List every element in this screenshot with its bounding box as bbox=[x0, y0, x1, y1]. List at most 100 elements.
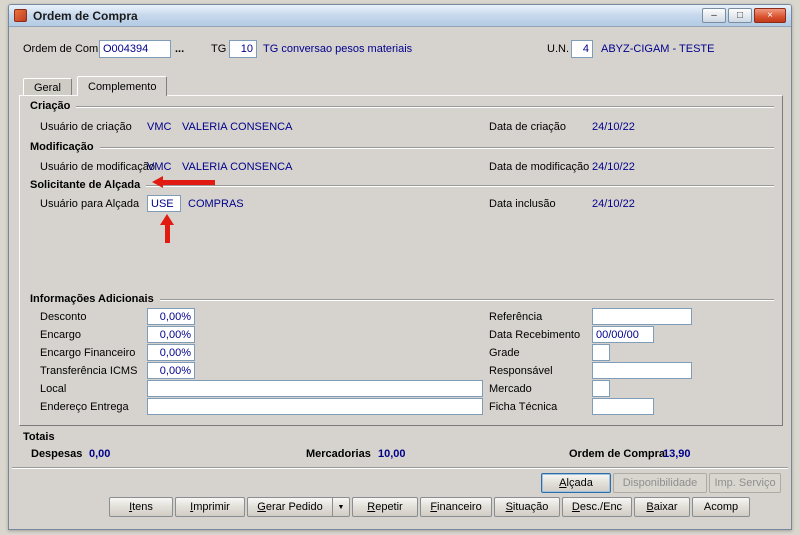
endereco-entrega-label: Endereço Entrega bbox=[40, 401, 129, 413]
un-description: ABYZ-CIGAM - TESTE bbox=[601, 43, 715, 55]
section-divider bbox=[146, 184, 774, 187]
criacao-row: Usuário de criação VMC VALERIA CONSENCA … bbox=[20, 120, 782, 137]
minimize-icon[interactable]: – bbox=[702, 8, 726, 23]
desconto-label: Desconto bbox=[40, 311, 87, 323]
responsavel-input[interactable] bbox=[592, 362, 692, 379]
maximize-icon[interactable]: □ bbox=[728, 8, 752, 23]
encargo-financeiro-input[interactable] bbox=[147, 344, 195, 361]
tab-panel-complemento: Criação Usuário de criação VMC VALERIA C… bbox=[19, 95, 783, 426]
encargo-label: Encargo bbox=[40, 329, 81, 341]
totais-title: Totais bbox=[23, 431, 55, 443]
referencia-input[interactable] bbox=[592, 308, 692, 325]
field-row: Endereço Entrega Ficha Técnica bbox=[20, 398, 782, 417]
field-row: Encargo Financeiro Grade bbox=[20, 344, 782, 363]
tg-label: TG bbox=[211, 43, 227, 55]
usuario-alcada-name: COMPRAS bbox=[188, 198, 244, 210]
header-fields: Ordem de Compra ... TG TG conversao peso… bbox=[9, 39, 791, 61]
app-icon bbox=[14, 9, 27, 22]
tg-input[interactable] bbox=[229, 40, 257, 58]
ordem-input[interactable] bbox=[99, 40, 171, 58]
encargo-input[interactable] bbox=[147, 326, 195, 343]
usuario-modificacao-label: Usuário de modificação bbox=[40, 161, 155, 173]
browse-button[interactable]: ... bbox=[175, 43, 184, 55]
mercado-label: Mercado bbox=[489, 383, 532, 395]
situacao-button[interactable]: Situação bbox=[494, 497, 560, 517]
local-label: Local bbox=[40, 383, 67, 395]
annotation-arrow-use-field bbox=[160, 214, 174, 243]
section-alcada-title: Solicitante de Alçada bbox=[30, 178, 141, 191]
field-row: Local Mercado bbox=[20, 380, 782, 399]
data-criacao-value: 24/10/22 bbox=[592, 121, 635, 133]
annotation-arrow-solicitante bbox=[152, 176, 215, 188]
transferencia-icms-label: Transferência ICMS bbox=[40, 365, 138, 377]
field-row: Encargo Data Recebimento bbox=[20, 326, 782, 345]
mercado-input[interactable] bbox=[592, 380, 610, 397]
data-inclusao-value: 24/10/22 bbox=[592, 198, 635, 210]
responsavel-label: Responsável bbox=[489, 365, 553, 377]
section-adicionais-title: Informações Adicionais bbox=[30, 292, 154, 305]
action-row-top: Alçada Disponibilidade Imp. Serviço bbox=[541, 473, 781, 493]
data-recebimento-label: Data Recebimento bbox=[489, 329, 581, 341]
encargo-financeiro-label: Encargo Financeiro bbox=[40, 347, 136, 359]
disponibilidade-button[interactable]: Disponibilidade bbox=[613, 473, 707, 493]
alcada-row: Usuário para Alçada COMPRAS Data inclusã… bbox=[20, 195, 782, 214]
field-row: Transferência ICMS Responsável bbox=[20, 362, 782, 381]
gerar-pedido-dropdown-icon[interactable]: ▼ bbox=[333, 497, 350, 517]
usuario-criacao-label: Usuário de criação bbox=[40, 121, 132, 133]
usuario-modificacao-name: VALERIA CONSENCA bbox=[182, 161, 293, 173]
arrow-up-tip bbox=[160, 214, 174, 225]
modificacao-row: Usuário de modificação VMC VALERIA CONSE… bbox=[20, 160, 782, 177]
ordem-de-compra-window: Ordem de Compra – □ × Ordem de Compra ..… bbox=[8, 4, 792, 530]
imp-servico-button[interactable]: Imp. Serviço bbox=[709, 473, 781, 493]
alcada-button[interactable]: Alçada bbox=[541, 473, 611, 493]
un-label: U.N. bbox=[547, 43, 569, 55]
gerar-pedido-button[interactable]: Gerar Pedido bbox=[247, 497, 333, 517]
section-criacao-header: Criação bbox=[30, 99, 774, 112]
usuario-modificacao-code: VMC bbox=[147, 161, 172, 173]
section-modificacao-header: Modificação bbox=[30, 140, 774, 153]
data-recebimento-input[interactable] bbox=[592, 326, 654, 343]
separator bbox=[12, 467, 788, 469]
data-modificacao-value: 24/10/22 bbox=[592, 161, 635, 173]
financeiro-button[interactable]: Financeiro bbox=[420, 497, 492, 517]
baixar-button[interactable]: Baixar bbox=[634, 497, 690, 517]
tab-geral[interactable]: Geral bbox=[23, 78, 72, 96]
field-row: Desconto Referência bbox=[20, 308, 782, 327]
arrow-left-tip bbox=[152, 176, 163, 188]
ficha-tecnica-label: Ficha Técnica bbox=[489, 401, 558, 413]
usuario-criacao-code: VMC bbox=[147, 121, 172, 133]
totals-row: Despesas 0,00 Mercadorias 10,00 Ordem de… bbox=[9, 447, 791, 461]
data-modificacao-label: Data de modificação bbox=[489, 161, 590, 173]
transferencia-icms-input[interactable] bbox=[147, 362, 195, 379]
usuario-alcada-input[interactable] bbox=[147, 195, 181, 212]
section-criacao-title: Criação bbox=[30, 99, 71, 112]
tg-description: TG conversao pesos materiais bbox=[263, 43, 413, 55]
imprimir-button[interactable]: Imprimir bbox=[175, 497, 245, 517]
repetir-button[interactable]: Repetir bbox=[352, 497, 418, 517]
usuario-alcada-label: Usuário para Alçada bbox=[40, 198, 140, 210]
endereco-entrega-input[interactable] bbox=[147, 398, 483, 415]
section-divider bbox=[99, 146, 774, 149]
referencia-label: Referência bbox=[489, 311, 543, 323]
mercadorias-label: Mercadorias bbox=[306, 448, 371, 460]
un-input[interactable] bbox=[571, 40, 593, 58]
tab-complemento[interactable]: Complemento bbox=[77, 76, 168, 96]
ordem-compra-total-label: Ordem de Compra bbox=[569, 448, 665, 460]
ficha-tecnica-input[interactable] bbox=[592, 398, 654, 415]
arrow-left-shaft bbox=[163, 179, 215, 185]
window-title: Ordem de Compra bbox=[33, 8, 138, 23]
section-alcada-header: Solicitante de Alçada bbox=[30, 178, 774, 191]
section-divider bbox=[76, 105, 774, 108]
despesas-label: Despesas bbox=[31, 448, 83, 460]
desc-enc-button[interactable]: Desc./Enc bbox=[562, 497, 632, 517]
desconto-input[interactable] bbox=[147, 308, 195, 325]
acomp-button[interactable]: Acomp bbox=[692, 497, 750, 517]
grade-input[interactable] bbox=[592, 344, 610, 361]
grade-label: Grade bbox=[489, 347, 520, 359]
titlebar[interactable]: Ordem de Compra – □ × bbox=[9, 5, 791, 27]
gerar-pedido-split-button: Gerar Pedido ▼ bbox=[247, 497, 350, 517]
close-icon[interactable]: × bbox=[754, 8, 786, 23]
action-row-bottom: Itens Imprimir Gerar Pedido ▼ Repetir Fi… bbox=[109, 497, 750, 517]
itens-button[interactable]: Itens bbox=[109, 497, 173, 517]
local-input[interactable] bbox=[147, 380, 483, 397]
